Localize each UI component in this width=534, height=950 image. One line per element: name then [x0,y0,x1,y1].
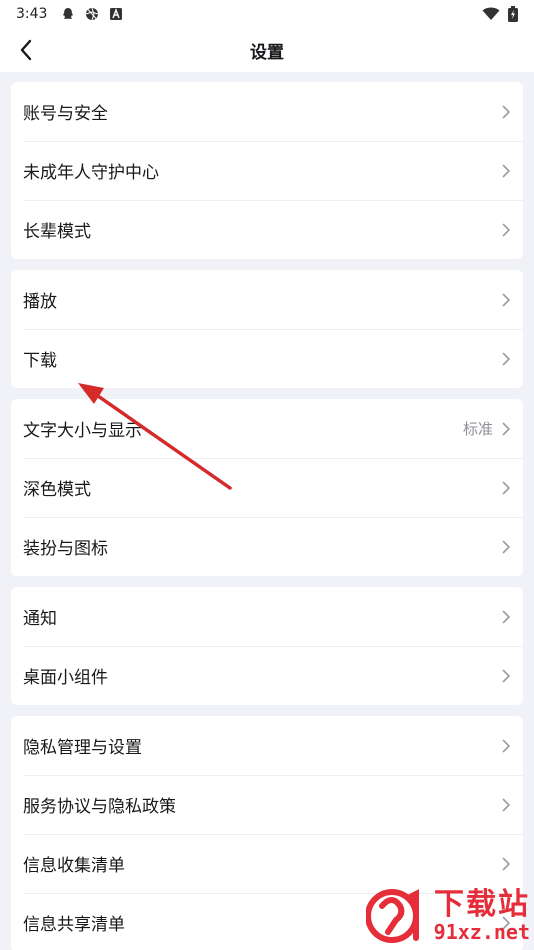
settings-group: 账号与安全未成年人守护中心 长辈模式 [11,82,523,259]
qq-penguin-icon [63,8,74,19]
chevron-right-icon [502,422,510,435]
chevron-right-icon [502,105,510,118]
chevron-right-icon [502,223,510,236]
chevron-right-icon [502,164,510,177]
settings-item-label: 播放 [23,292,57,312]
chevron-right-icon [502,610,510,623]
chevron-left-icon [20,39,32,61]
settings-group: 播放 下载 [11,270,523,388]
settings-item-label: 信息共享清单 [23,915,125,935]
settings-item-label: 通知 [23,609,57,629]
a-box-icon [110,8,123,20]
settings-item-label: 隐私管理与设置 [23,738,142,758]
settings-group: 通知 桌面小组件 [11,587,523,705]
settings-item-dark-mode[interactable]: 深色模式 [11,458,523,517]
settings-item-label: 未成年人守护中心 [23,163,159,183]
settings-list: 账号与安全未成年人守护中心 长辈模式播放下载文字大小与显示 标准深色模式装扮与图标通… [0,82,534,950]
settings-item-label: 服务协议与隐私政策 [23,797,176,817]
chevron-right-icon [502,293,510,306]
chevron-right-icon [502,481,510,494]
settings-item-privacy-settings[interactable]: 隐私管理与设置 [11,716,523,775]
settings-item-notifications[interactable]: 通知 [11,587,523,646]
aperture-icon [86,7,99,21]
settings-item-label: 下载 [23,351,57,371]
watermark-sub-text: 91xz.net [433,920,530,944]
chevron-right-icon [502,739,510,752]
watermark: 下载站 91xz.net [365,884,530,948]
settings-item-service-agreement[interactable]: 服务协议与隐私政策 [11,775,523,834]
settings-item-elder-mode[interactable]: 长辈模式 [11,200,523,259]
settings-item-value: 标准 [462,420,493,438]
chevron-right-icon [502,798,510,811]
settings-item-label: 装扮与图标 [23,539,108,559]
settings-item-download[interactable]: 下载 [11,329,523,388]
settings-item-label: 文字大小与显示 [23,421,142,441]
settings-item-font-size-display[interactable]: 文字大小与显示 标准 [11,399,523,458]
chevron-right-icon [502,669,510,682]
status-bar: 3:43 [0,0,534,28]
top-app-bar: 设置 [0,28,534,72]
settings-item-label: 信息收集清单 [23,856,125,876]
settings-item-label: 深色模式 [23,480,91,500]
chevron-right-icon [502,352,510,365]
battery-charging-icon [508,6,518,22]
settings-group: 文字大小与显示 标准深色模式装扮与图标 [11,399,523,576]
settings-item-minor-protection[interactable]: 未成年人守护中心 [11,141,523,200]
wifi-icon [482,7,500,20]
chevron-right-icon [502,857,510,870]
settings-item-account-security[interactable]: 账号与安全 [11,82,523,141]
settings-item-label: 桌面小组件 [23,668,108,688]
page-title: 设置 [250,42,284,63]
settings-item-label: 账号与安全 [23,104,108,124]
settings-item-desktop-widget[interactable]: 桌面小组件 [11,646,523,705]
settings-item-label: 长辈模式 [23,222,91,242]
chevron-right-icon [502,540,510,553]
settings-item-theme-icon[interactable]: 装扮与图标 [11,517,523,576]
watermark-main-text: 下载站 [434,887,530,922]
settings-item-playback[interactable]: 播放 [11,270,523,329]
watermark-logo-icon [365,889,419,943]
back-button[interactable] [10,28,42,72]
status-time: 3:43 [16,6,48,22]
